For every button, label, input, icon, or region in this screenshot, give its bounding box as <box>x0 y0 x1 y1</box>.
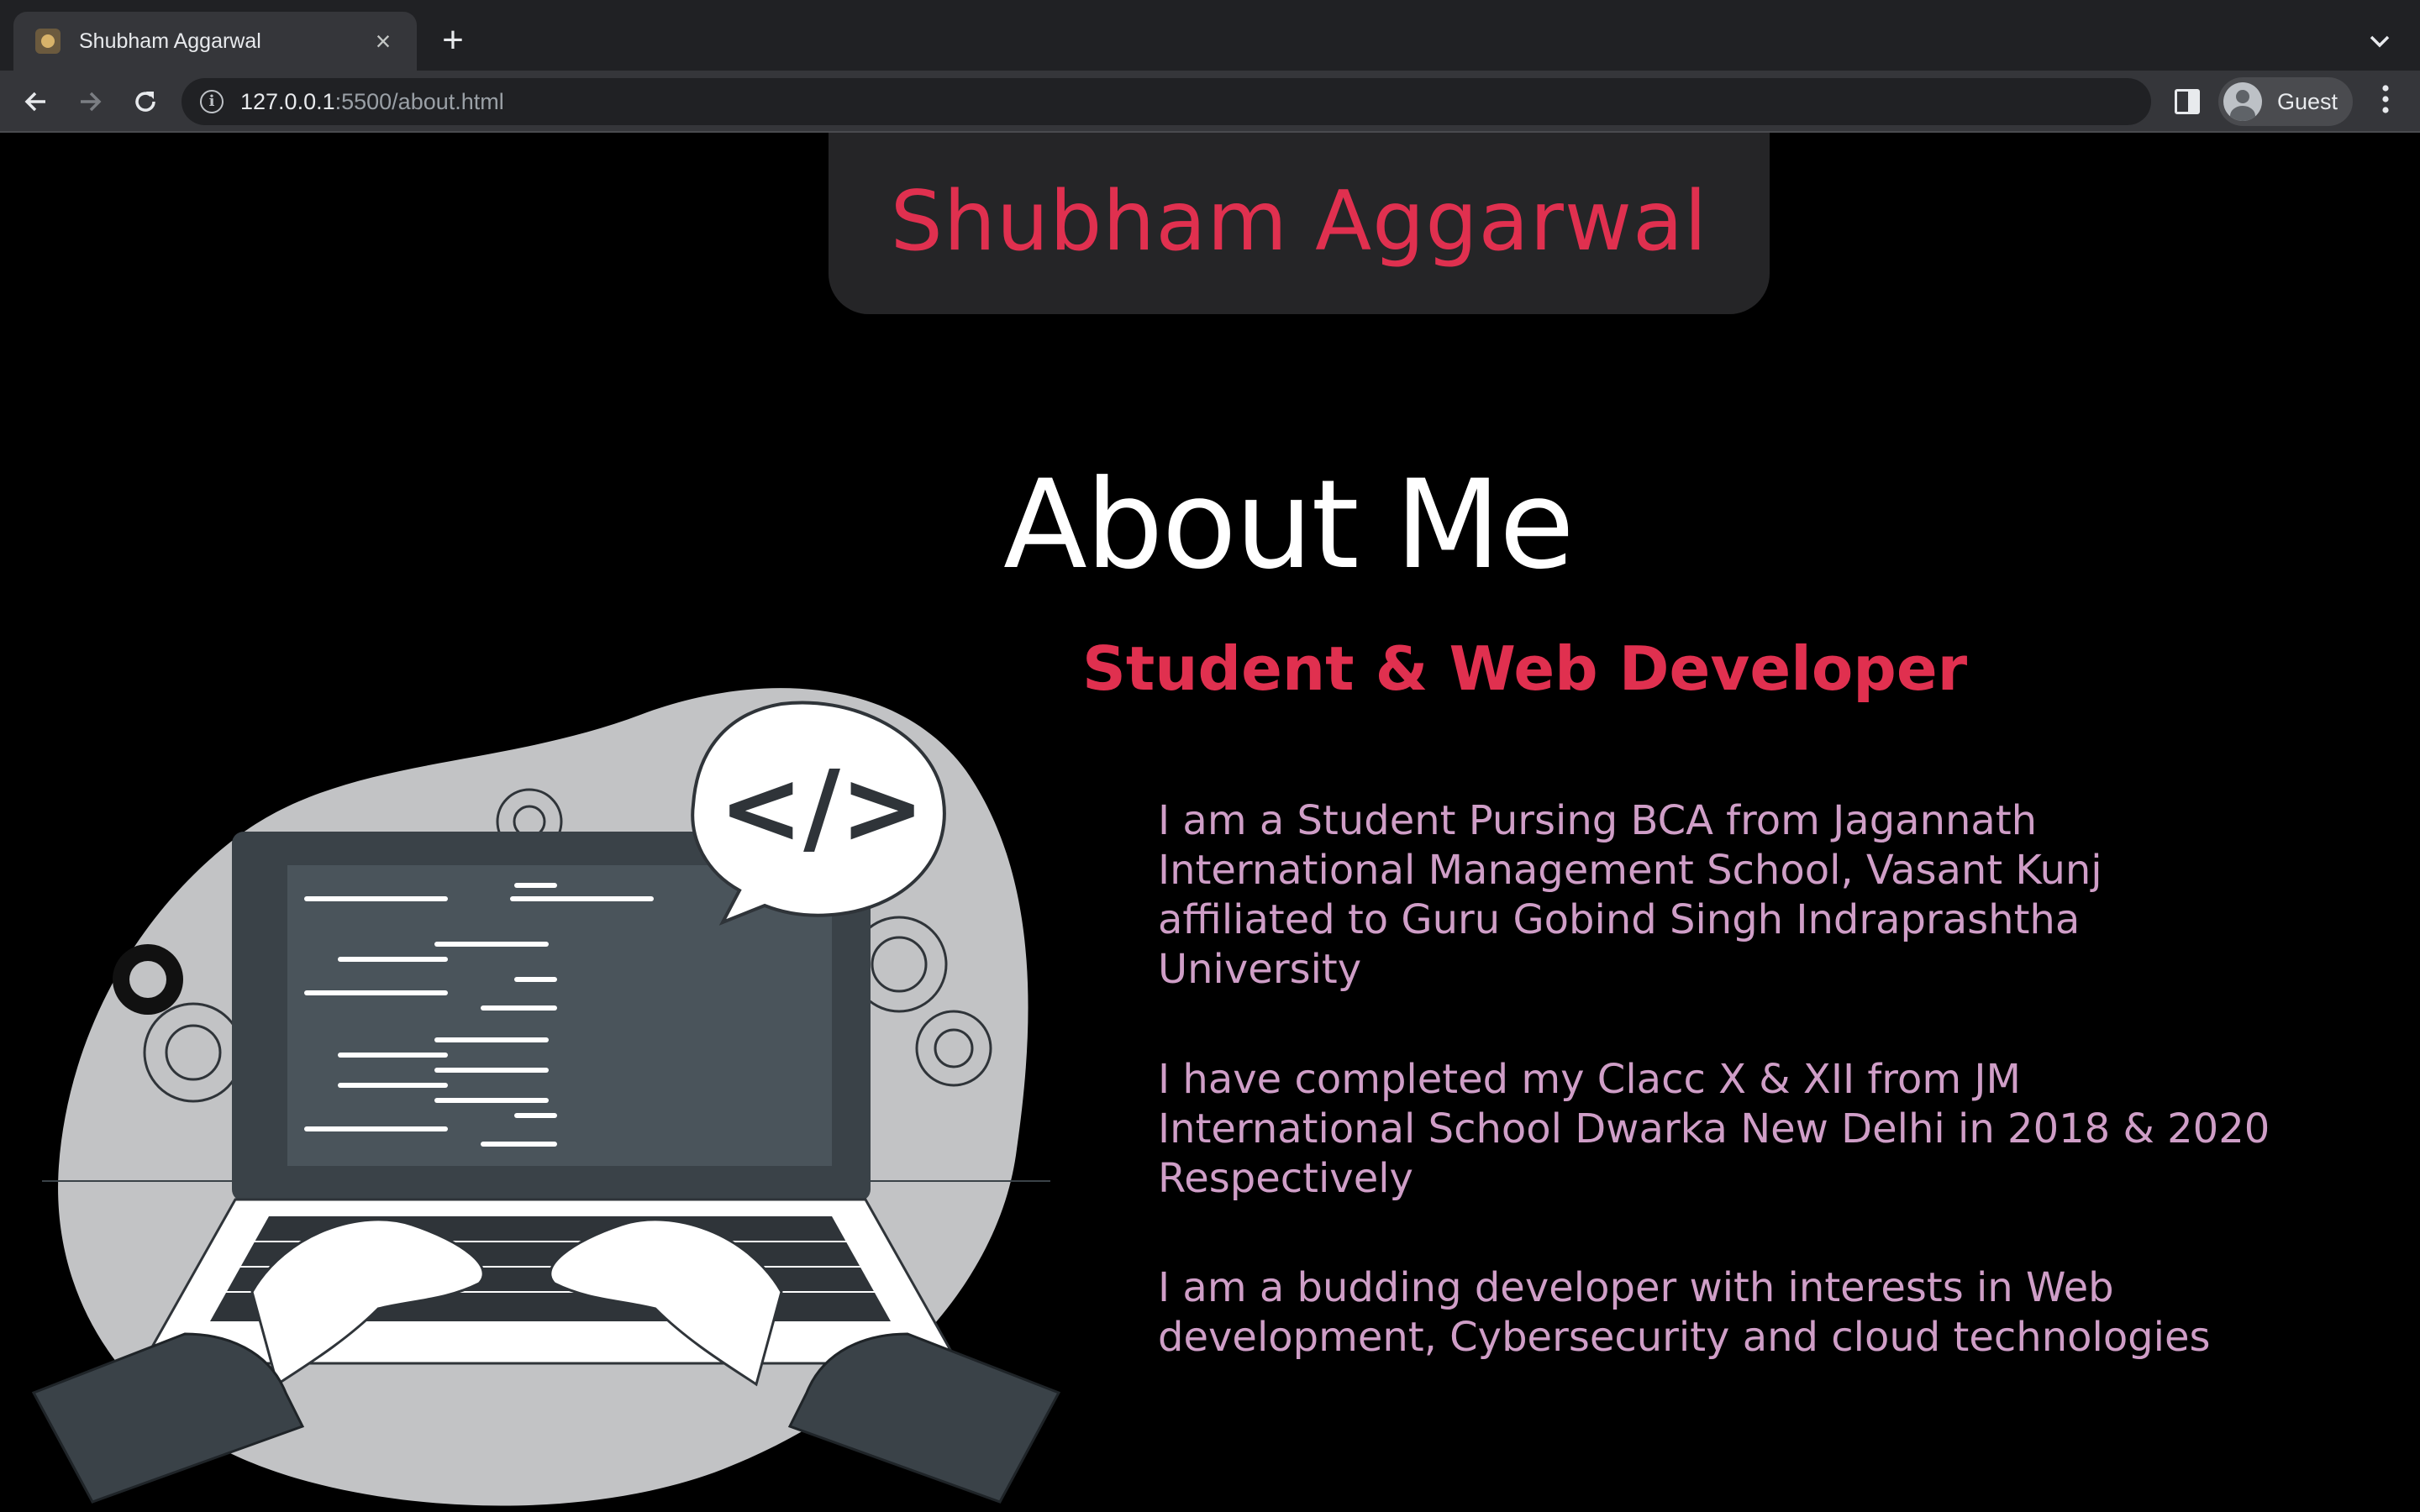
back-arrow-icon <box>24 92 45 112</box>
code-symbol: </> <box>719 750 925 867</box>
interests-paragraph: I am a budding developer with interests … <box>1158 1264 2211 1361</box>
role-subheading: Student & Web Developer <box>1082 633 1968 704</box>
browser-tab-strip: Shubham Aggarwal × + <box>0 0 2420 71</box>
back-button[interactable] <box>17 82 55 121</box>
profile-label: Guest <box>2277 88 2338 114</box>
reload-button[interactable] <box>126 82 165 121</box>
header-name-card: Shubham Aggarwal <box>829 133 1770 314</box>
url-text: 127.0.0.1:5500/about.html <box>240 89 504 115</box>
schooling-paragraph: I have completed my Clacc X & XII from J… <box>1158 1056 2270 1202</box>
reload-icon <box>135 92 155 112</box>
url-host: 127.0.0.1 <box>240 88 335 114</box>
browser-tab[interactable]: Shubham Aggarwal × <box>13 12 417 71</box>
url-path: :5500/about.html <box>334 88 504 114</box>
site-info-icon[interactable]: i <box>200 90 224 113</box>
side-panel-icon[interactable] <box>2175 89 2200 114</box>
education-paragraph: I am a Student Pursing BCA from Jagannat… <box>1158 797 2102 993</box>
forward-arrow-icon <box>81 92 102 112</box>
tab-search-chevron-icon[interactable] <box>2363 24 2396 57</box>
laptop-coding-illustration: </> <box>31 688 1061 1506</box>
site-name: Shubham Aggarwal <box>890 174 1708 270</box>
tab-title: Shubham Aggarwal <box>79 29 261 53</box>
close-tab-icon[interactable]: × <box>366 24 400 58</box>
forward-button[interactable] <box>71 82 109 121</box>
new-tab-button[interactable]: + <box>434 22 472 60</box>
favicon-icon <box>35 29 60 54</box>
page-viewport: Shubham Aggarwal About Me Student & Web … <box>0 133 2420 1512</box>
about-heading: About Me <box>1003 454 1575 596</box>
profile-button[interactable]: Guest <box>2218 77 2353 126</box>
avatar-icon <box>2223 82 2262 121</box>
address-bar[interactable]: i 127.0.0.1:5500/about.html <box>182 78 2151 125</box>
kebab-menu-icon[interactable] <box>2373 84 2398 121</box>
browser-toolbar: i 127.0.0.1:5500/about.html Guest <box>0 71 2420 133</box>
